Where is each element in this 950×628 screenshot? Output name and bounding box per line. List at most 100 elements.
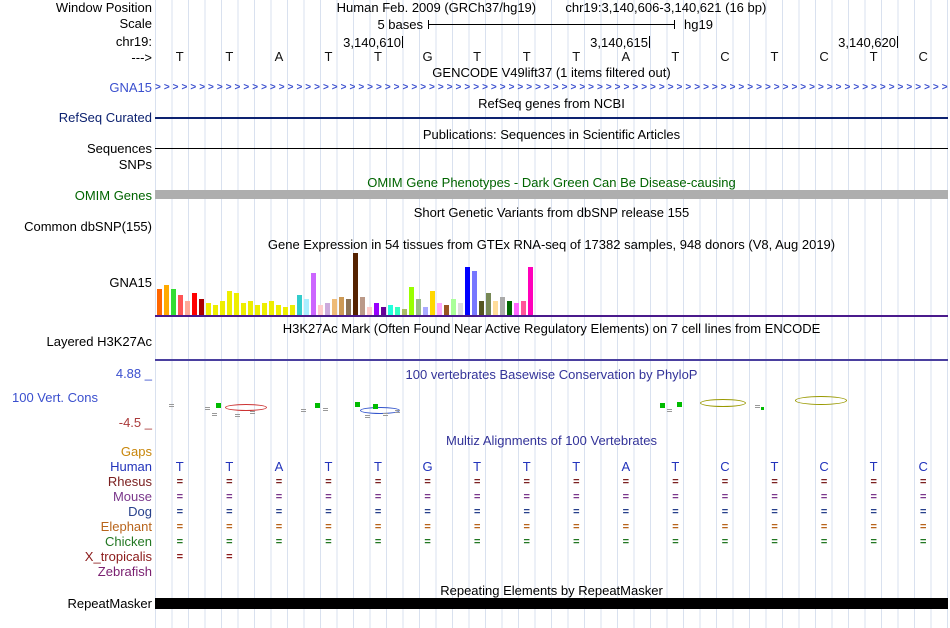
species-label-human[interactable]: Human [110, 460, 152, 474]
multiz-row-mouse[interactable]: = = = = = = = = = = = = = = = = [155, 490, 948, 504]
gtex-bar[interactable] [528, 267, 533, 315]
species-label-mouse[interactable]: Mouse [113, 490, 152, 504]
multiz-row-human[interactable]: TTATTGTTTATCTCTC [155, 460, 948, 474]
gtex-bar[interactable] [311, 273, 316, 315]
gtex-bar[interactable] [486, 293, 491, 315]
left-label-window-position[interactable]: Window Position [56, 1, 152, 15]
multiz-row-elephant[interactable]: = = = = = = = = = = = = = = = = [155, 520, 948, 534]
gtex-bar[interactable] [514, 303, 519, 315]
gtex-bar[interactable] [507, 301, 512, 315]
gtex-bar[interactable] [451, 299, 456, 315]
repeatmasker-track[interactable] [155, 598, 948, 609]
left-label-snps[interactable]: SNPs [119, 158, 152, 172]
left-label-phylop-max[interactable]: 4.88 _ [116, 367, 152, 381]
multiz-row-dog[interactable]: = = = = = = = = = = = = = = = = [155, 505, 948, 519]
gtex-bar[interactable] [493, 301, 498, 315]
gtex-bar[interactable] [199, 299, 204, 315]
omim-genes-track[interactable] [155, 190, 948, 199]
gtex-bar[interactable] [437, 303, 442, 315]
left-label-refseq-curated[interactable]: RefSeq Curated [59, 111, 152, 125]
gtex-bar[interactable] [465, 267, 470, 315]
gtex-bar[interactable] [416, 299, 421, 315]
gtex-bar[interactable] [423, 307, 428, 315]
species-label-elephant[interactable]: Elephant [101, 520, 152, 534]
left-label-omim-genes[interactable]: OMIM Genes [75, 189, 152, 203]
left-label-scale[interactable]: Scale [119, 17, 152, 31]
conservation-glyph [212, 413, 217, 417]
left-label-sequences[interactable]: Sequences [87, 142, 152, 156]
gtex-bar[interactable] [234, 293, 239, 315]
left-label-gtex-gna15[interactable]: GNA15 [109, 276, 152, 290]
multiz-row-x_tropicalis[interactable]: = = [155, 550, 948, 564]
gtex-bar[interactable] [318, 305, 323, 315]
left-label-chrom[interactable]: chr19: [116, 35, 152, 49]
gtex-bar[interactable] [164, 285, 169, 315]
left-label-common-dbsnp[interactable]: Common dbSNP(155) [24, 220, 152, 234]
multiz-row-rhesus[interactable]: = = = = = = = = = = = = = = = = [155, 475, 948, 489]
gtex-bar[interactable] [185, 301, 190, 315]
gtex-bar[interactable] [388, 305, 393, 315]
species-label-x_tropicalis[interactable]: X_tropicalis [85, 550, 152, 564]
left-label-layered-h3k27ac[interactable]: Layered H3K27Ac [46, 335, 152, 349]
gtex-bar[interactable] [395, 307, 400, 315]
gtex-bar[interactable] [339, 297, 344, 315]
species-label-gaps[interactable]: Gaps [121, 445, 152, 459]
align-cell: = [374, 506, 382, 518]
species-label-dog[interactable]: Dog [128, 505, 152, 519]
gtex-bar[interactable] [297, 295, 302, 315]
gtex-bar[interactable] [227, 291, 232, 315]
track-area[interactable]: Human Feb. 2009 (GRCh37/hg19) chr19:3,14… [155, 0, 948, 628]
gtex-bar[interactable] [353, 253, 358, 315]
gtex-bar[interactable] [500, 297, 505, 315]
gtex-bar[interactable] [290, 305, 295, 315]
gtex-bar[interactable] [332, 299, 337, 315]
gtex-bar-chart[interactable] [157, 253, 533, 315]
gtex-bar[interactable] [262, 303, 267, 315]
ruler-tick-label: 3,140,615 [590, 34, 648, 50]
gtex-bar[interactable] [276, 305, 281, 315]
gtex-bar[interactable] [255, 305, 260, 315]
gtex-bar[interactable] [374, 303, 379, 315]
species-label-rhesus[interactable]: Rhesus [108, 475, 152, 489]
gtex-bar[interactable] [206, 303, 211, 315]
conservation-glyph [169, 404, 174, 408]
species-label-zebrafish[interactable]: Zebrafish [98, 565, 152, 579]
left-label-repeatmasker[interactable]: RepeatMasker [67, 597, 152, 611]
gtex-bar[interactable] [409, 287, 414, 315]
left-label-phylop-min[interactable]: -4.5 _ [119, 416, 152, 430]
gtex-bar[interactable] [325, 303, 330, 315]
h3k27ac-track[interactable] [155, 359, 948, 361]
scale-bracket [428, 20, 675, 29]
gtex-bar[interactable] [248, 301, 253, 315]
gtex-bar[interactable] [241, 303, 246, 315]
gtex-bar[interactable] [381, 307, 386, 315]
sequences-track[interactable] [155, 148, 948, 149]
gtex-bar[interactable] [346, 299, 351, 315]
gtex-bar[interactable] [472, 271, 477, 315]
left-label-strand-arrow[interactable]: ---> [131, 51, 152, 65]
gtex-bar[interactable] [430, 291, 435, 315]
gtex-bar[interactable] [367, 307, 372, 315]
gtex-bar[interactable] [304, 299, 309, 315]
multiz-row-chicken[interactable]: = = = = = = = = = = = = = = = = [155, 535, 948, 549]
refseq-curated-track[interactable] [155, 117, 948, 119]
gtex-bar[interactable] [479, 301, 484, 315]
gtex-bar[interactable] [444, 305, 449, 315]
align-cell: = [920, 476, 927, 488]
gtex-bar[interactable] [171, 289, 176, 315]
species-label-chicken[interactable]: Chicken [105, 535, 152, 549]
gencode-gene-track[interactable]: >>>>>>>>>>>>>>>>>>>>>>>>>>>>>>>>>>>>>>>>… [155, 81, 948, 94]
gtex-bar[interactable] [220, 301, 225, 315]
gtex-bar[interactable] [360, 297, 365, 315]
gtex-bar[interactable] [283, 307, 288, 315]
gtex-bar[interactable] [521, 301, 526, 315]
left-label-gene-gna15[interactable]: GNA15 [109, 81, 152, 95]
gtex-bar[interactable] [178, 295, 183, 315]
gtex-bar[interactable] [157, 289, 162, 315]
gtex-bar[interactable] [213, 305, 218, 315]
gtex-bar[interactable] [458, 303, 463, 315]
left-label-vert-cons[interactable]: 100 Vert. Cons [12, 391, 98, 405]
gtex-bar[interactable] [269, 301, 274, 315]
gtex-bar[interactable] [192, 293, 197, 315]
conservation-glyph [323, 408, 328, 412]
